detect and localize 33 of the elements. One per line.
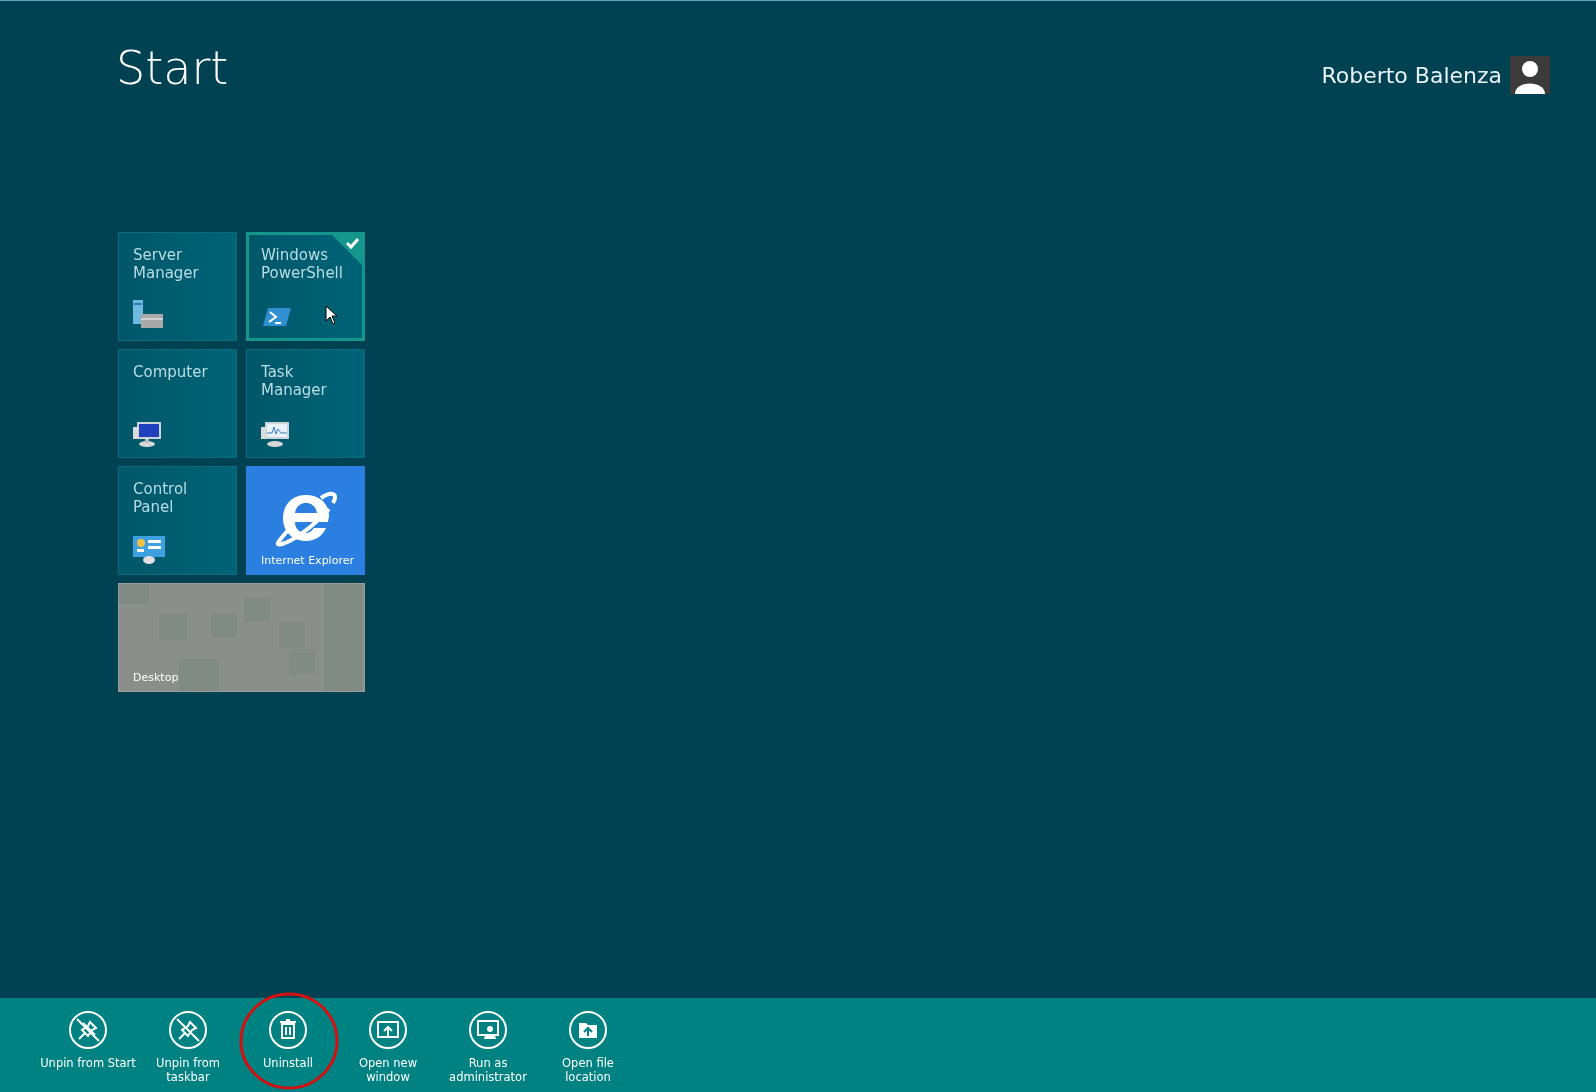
tile-label: Server Manager: [133, 246, 200, 283]
app-tile[interactable]: Windows PowerShell: [246, 232, 365, 342]
app-bar-button[interactable]: Open file location: [538, 998, 638, 1092]
app-bar-button[interactable]: Open new window: [338, 998, 438, 1092]
app-tile[interactable]: Control Panel: [118, 466, 237, 576]
unpin-icon: [68, 1010, 108, 1050]
app-bar-button[interactable]: Uninstall: [238, 998, 338, 1092]
user-name[interactable]: Roberto Balenza: [1321, 58, 1502, 92]
monitor-chart-icon: [261, 421, 291, 448]
user-screen-icon: [468, 1010, 508, 1050]
tile-label: Desktop: [133, 670, 179, 687]
computer-icon: [133, 421, 163, 448]
tile-label: Control Panel: [133, 480, 189, 517]
tile-label: Windows PowerShell: [261, 246, 344, 283]
app-bar-button[interactable]: Run as administrator: [438, 998, 538, 1092]
unpin-icon: [168, 1010, 208, 1050]
tile-label: Task Manager: [261, 363, 328, 400]
trash-icon: [268, 1010, 308, 1050]
app-tile[interactable]: Desktop: [118, 583, 365, 693]
app-tile[interactable]: Server Manager: [118, 232, 237, 342]
app-tile[interactable]: Computer: [118, 349, 237, 459]
tile-label: Internet Explorer: [261, 553, 354, 570]
app-tile[interactable]: Internet Explorer: [246, 466, 365, 576]
app-bar-button[interactable]: Unpin from Start: [38, 998, 138, 1092]
mouse-pointer-icon: [325, 305, 338, 326]
selection-check-icon: [332, 235, 362, 266]
tile-label: Computer: [133, 363, 209, 382]
terminal-icon: [263, 306, 291, 329]
app-bar-button[interactable]: Unpin from taskbar: [138, 998, 238, 1092]
control-panel-icon: [133, 536, 165, 565]
page-title: Start: [116, 41, 229, 97]
server-icon: [133, 300, 165, 331]
app-tile[interactable]: Task Manager: [246, 349, 365, 459]
